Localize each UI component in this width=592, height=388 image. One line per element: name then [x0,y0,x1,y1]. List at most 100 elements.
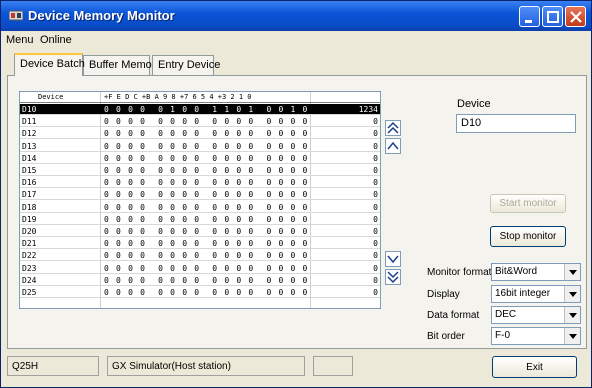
status-extra [313,356,353,376]
minimize-icon [525,20,532,23]
table-row[interactable]: D22 0 0 0 0 0 0 0 0 0 0 0 0 0 0 0 0 0 [20,250,380,262]
table-row[interactable]: D18 0 0 0 0 0 0 0 0 0 0 0 0 0 0 0 0 0 [20,202,380,213]
grid-header: Device +F E D C +B A 9 8 +7 6 5 4 +3 2 1… [20,92,380,103]
device-cell: D23 [22,263,37,273]
table-row[interactable]: D16 0 0 0 0 0 0 0 0 0 0 0 0 0 0 0 0 0 [20,177,380,189]
device-cell: D13 [22,141,37,151]
maximize-icon [547,11,559,23]
bits-cell: 0 0 0 0 0 0 0 0 0 0 0 0 0 0 0 0 [104,129,309,139]
device-cell: D12 [22,129,37,139]
menu-item-online[interactable]: Online [40,34,72,46]
page-up-button[interactable] [385,120,401,136]
device-cell: D25 [22,288,37,297]
window-title: Device Memory Monitor [28,8,175,23]
table-row[interactable]: D19 0 0 0 0 0 0 0 0 0 0 0 0 0 0 0 0 0 [20,214,380,225]
close-icon [570,11,582,23]
value-cell: 0 [373,178,378,188]
value-cell: 1234 [358,105,378,114]
table-row[interactable]: D23 0 0 0 0 0 0 0 0 0 0 0 0 0 0 0 0 0 [20,263,380,274]
triangle-down-icon [564,264,580,280]
bits-cell: 0 0 0 0 0 0 0 0 0 0 0 0 0 0 0 0 [104,141,309,151]
scroll-up-button[interactable] [385,138,401,154]
start-monitor-button[interactable]: Start monitor [490,194,566,213]
device-memory-grid[interactable]: Device +F E D C +B A 9 8 +7 6 5 4 +3 2 1… [19,91,381,309]
header-bits: +F E D C +B A 9 8 +7 6 5 4 +3 2 1 0 [104,93,252,101]
value-cell: 0 [373,117,378,127]
table-row[interactable]: D25 0 0 0 0 0 0 0 0 0 0 0 0 0 0 0 0 0 [20,287,380,298]
table-row[interactable]: D12 0 0 0 0 0 0 0 0 0 0 0 0 0 0 0 0 0 [20,128,380,140]
tab-buffer-memory[interactable]: Buffer Memory [83,55,161,75]
device-cell: D17 [22,190,37,200]
value-cell: 0 [373,251,378,261]
value-cell: 0 [373,153,378,163]
monitor-format-select[interactable]: Bit&Word [491,263,581,281]
device-cell: D24 [22,275,37,285]
value-cell: 0 [373,263,378,273]
bits-cell: 0 0 0 0 0 0 0 0 0 0 0 0 0 0 0 0 [104,202,309,212]
device-cell: D18 [22,202,37,212]
table-row[interactable]: D13 0 0 0 0 0 0 0 0 0 0 0 0 0 0 0 0 0 [20,141,380,152]
table-row[interactable]: D24 0 0 0 0 0 0 0 0 0 0 0 0 0 0 0 0 0 [20,275,380,286]
value-cell: 0 [373,227,378,236]
chevron-up-icon [387,141,399,150]
chevron-down-icon [387,255,399,264]
value-cell: 0 [373,129,378,139]
device-cell: D14 [22,153,37,163]
stop-monitor-button[interactable]: Stop monitor [490,226,566,247]
table-row[interactable]: D14 0 0 0 0 0 0 0 0 0 0 0 0 0 0 0 0 0 [20,153,380,164]
value-cell: 0 [373,166,378,175]
bits-cell: 0 0 0 0 0 0 0 0 0 0 0 0 0 0 0 0 [104,239,309,249]
bits-cell: 0 0 0 0 0 0 0 0 0 0 0 0 0 0 0 0 [104,214,309,224]
bit-order-select[interactable]: F-0 [491,327,581,345]
triangle-down-icon [564,286,580,302]
value-cell: 0 [373,202,378,212]
bits-cell: 0 0 0 0 0 0 0 0 0 0 0 0 0 0 0 0 [104,190,309,200]
bits-cell: 0 0 0 0 0 0 0 0 0 0 0 0 0 0 0 0 [104,153,309,163]
tab-entry-device[interactable]: Entry Device [152,55,220,75]
value-cell: 0 [373,288,378,297]
bits-cell: 0 0 0 0 0 0 0 0 0 0 0 0 0 0 0 0 [104,251,309,261]
device-cell: D10 [22,105,37,114]
maximize-button[interactable] [542,6,563,27]
device-cell: D22 [22,251,37,261]
device-cell: D21 [22,239,37,249]
table-row[interactable]: D11 0 0 0 0 0 0 0 0 0 0 0 0 0 0 0 0 0 [20,116,380,128]
value-cell: 0 [373,239,378,249]
menu-bar: Menu Online [1,32,591,48]
scroll-down-button[interactable] [385,251,401,267]
title-bar: Device Memory Monitor [1,1,591,31]
table-row[interactable]: D21 0 0 0 0 0 0 0 0 0 0 0 0 0 0 0 0 0 [20,238,380,250]
bits-cell: 0 0 0 0 0 0 0 0 0 0 0 0 0 0 0 0 [104,288,309,297]
table-row[interactable]: D10 0 0 0 0 0 1 0 0 1 1 0 1 0 0 1 0 1234 [20,104,380,115]
bits-cell: 0 0 0 0 0 0 0 0 0 0 0 0 0 0 0 0 [104,117,309,127]
value-cell: 0 [373,141,378,151]
tab-device-batch[interactable]: Device Batch [14,53,85,76]
display-select[interactable]: 16bit integer [491,285,581,303]
menu-item-menu[interactable]: Menu [6,34,34,46]
bit-order-label: Bit order [427,331,465,342]
device-cell: D11 [22,117,37,127]
monitor-format-value: Bit&Word [495,266,538,277]
data-format-label: Data format [427,310,480,321]
device-label: Device [457,98,491,110]
bits-cell: 0 0 0 0 0 0 0 0 0 0 0 0 0 0 0 0 [104,275,309,285]
minimize-button[interactable] [519,6,540,27]
device-input[interactable]: D10 [456,114,576,133]
device-cell: D20 [22,227,37,236]
table-row[interactable]: D15 0 0 0 0 0 0 0 0 0 0 0 0 0 0 0 0 0 [20,165,380,176]
header-device: Device [38,93,64,101]
device-memory-monitor-window: Device Memory Monitor Menu Online Device… [0,0,592,388]
page-down-button[interactable] [385,269,401,285]
double-chevron-up-icon [387,121,399,134]
close-button[interactable] [565,6,586,27]
bits-cell: 0 0 0 0 0 0 0 0 0 0 0 0 0 0 0 0 [104,263,309,273]
bits-cell: 0 0 0 0 0 0 0 0 0 0 0 0 0 0 0 0 [104,227,309,236]
device-cell: D19 [22,214,37,224]
exit-button[interactable]: Exit [492,356,577,378]
display-label: Display [427,289,460,300]
table-row[interactable]: D20 0 0 0 0 0 0 0 0 0 0 0 0 0 0 0 0 0 [20,226,380,237]
triangle-down-icon [564,328,580,344]
data-format-select[interactable]: DEC [491,306,581,324]
bits-cell: 0 0 0 0 0 1 0 0 1 1 0 1 0 0 1 0 [104,105,309,114]
table-row[interactable]: D17 0 0 0 0 0 0 0 0 0 0 0 0 0 0 0 0 0 [20,189,380,201]
